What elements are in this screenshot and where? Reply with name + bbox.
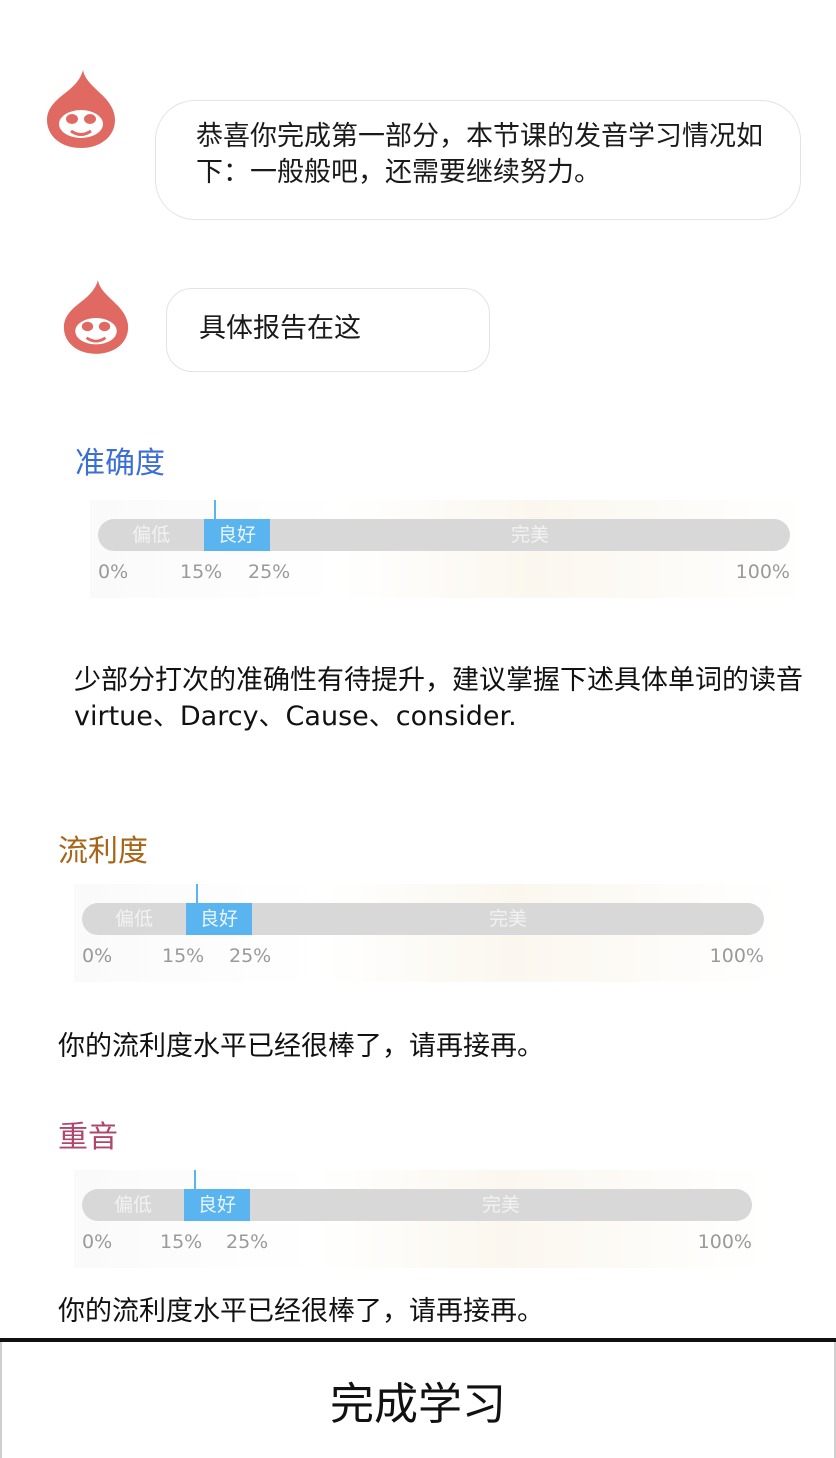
chat-message-text: 具体报告在这 (199, 313, 361, 344)
report-page: 恭喜你完成第一部分，本节课的发音学习情况如下：一般般吧，还需要继续努力。 具体报… (0, 0, 836, 1458)
tick-label: 25% (229, 945, 272, 967)
tick-label: 100% (735, 561, 790, 583)
scale-track: 偏低 良好 完美 (98, 519, 790, 551)
segment-low: 偏低 (114, 908, 153, 930)
score-scale-fluency: 偏低 良好 完美 0% 15% 25% 100% (74, 884, 780, 982)
feedback-fluency: 你的流利度水平已经很棒了，请再接再。 (58, 1031, 544, 1062)
score-marker (196, 884, 198, 920)
tick-label: 100% (697, 1231, 752, 1253)
score-marker (194, 1170, 196, 1206)
feedback-stress: 你的流利度水平已经很棒了，请再接再。 (58, 1296, 544, 1327)
tick-label: 0% (98, 561, 129, 583)
tick-label: 15% (160, 1231, 203, 1253)
drop-mascot-icon (47, 70, 115, 148)
finish-study-label: 完成学习 (330, 1379, 506, 1430)
tick-label: 0% (82, 1231, 113, 1253)
tick-label: 15% (180, 561, 223, 583)
segment-perfect: 完美 (488, 908, 527, 930)
chat-message-text: 恭喜你完成第一部分，本节课的发音学习情况如下：一般般吧，还需要继续努力。 (196, 121, 763, 188)
chat-bubble: 恭喜你完成第一部分，本节课的发音学习情况如下：一般般吧，还需要继续努力。 (155, 100, 801, 220)
chat-bubble: 具体报告在这 (166, 288, 490, 372)
section-title-fluency: 流利度 (58, 834, 148, 869)
drop-mascot-icon (63, 280, 129, 354)
finish-study-button[interactable]: 完成学习 (0, 1342, 836, 1458)
feedback-text: 少部分打次的准确性有待提升，建议掌握下述具体单词的读音 (74, 665, 803, 696)
section-title-accuracy: 准确度 (75, 446, 165, 481)
score-marker (214, 500, 216, 536)
tick-label: 0% (82, 945, 113, 967)
section-title-stress: 重音 (58, 1120, 118, 1155)
segment-perfect: 完美 (481, 1194, 520, 1216)
tick-label: 100% (709, 945, 764, 967)
score-scale-accuracy: 偏低 良好 完美 0% 15% 25% 100% (90, 500, 806, 598)
word-list: virtue、Darcy、Cause、consider. (74, 701, 517, 732)
segment-low: 偏低 (113, 1194, 152, 1216)
segment-low: 偏低 (131, 524, 170, 546)
scale-track: 偏低 良好 完美 (82, 1189, 752, 1221)
tick-label: 25% (226, 1231, 269, 1253)
feedback-accuracy: 少部分打次的准确性有待提升，建议掌握下述具体单词的读音 virtue、Darcy… (74, 664, 814, 734)
tick-label: 15% (162, 945, 205, 967)
score-scale-stress: 偏低 良好 完美 0% 15% 25% 100% (74, 1170, 768, 1268)
segment-perfect: 完美 (510, 524, 549, 546)
scale-track: 偏低 良好 完美 (82, 903, 764, 935)
tick-label: 25% (248, 561, 291, 583)
